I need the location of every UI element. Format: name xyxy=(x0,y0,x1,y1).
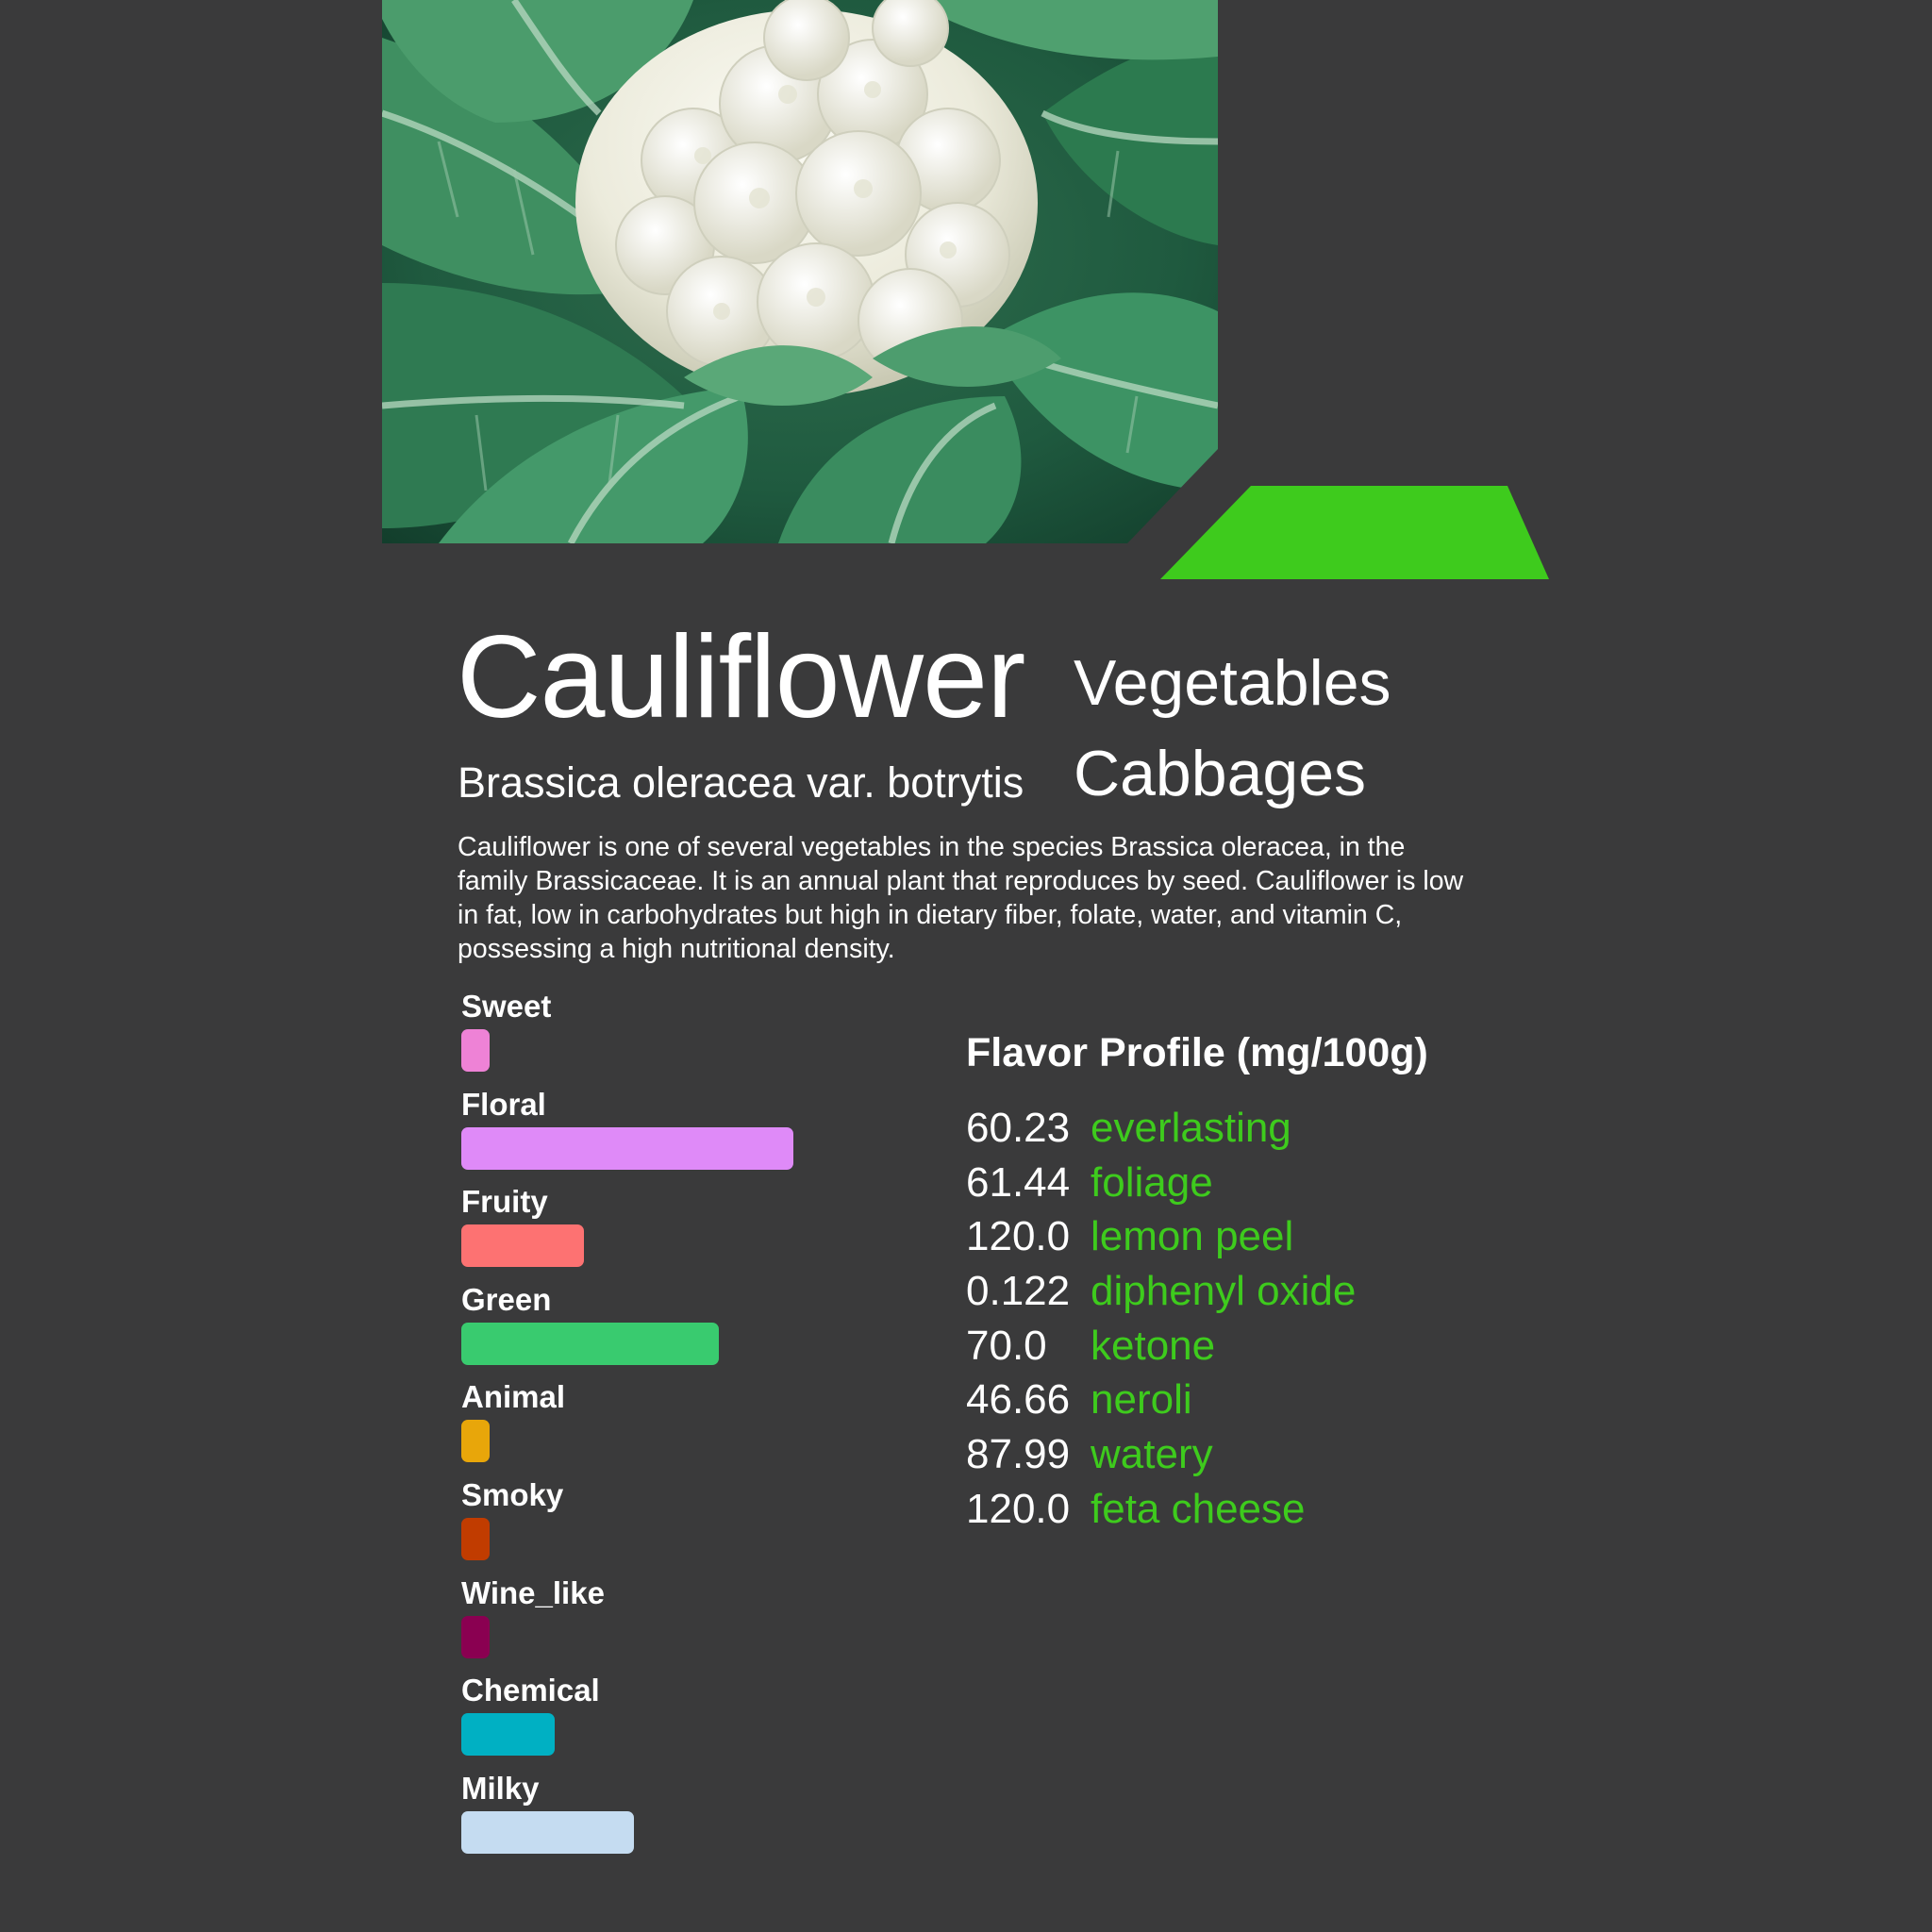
flavor-compound-amount: 0.122 xyxy=(966,1268,1071,1315)
food-subcategory: Cabbages xyxy=(1074,738,1367,809)
flavor-bar-fill xyxy=(461,1615,490,1658)
flavor-profile-title: Flavor Profile (mg/100g) xyxy=(966,1030,1428,1075)
flavor-compound-name: lemon peel xyxy=(1091,1213,1294,1260)
flavor-bar-label: Sweet xyxy=(461,989,552,1024)
food-name: Cauliflower xyxy=(457,612,1025,742)
scientific-name: Brassica oleracea var. botrytis xyxy=(458,758,1024,807)
flavor-bar-fill xyxy=(461,1322,719,1365)
flavor-compound-name: foliage xyxy=(1091,1158,1213,1206)
flavor-bar-fill xyxy=(461,1029,490,1072)
flavor-bar-label: Animal xyxy=(461,1379,566,1415)
flavor-bar-label: Milky xyxy=(461,1770,540,1806)
flavor-bar-row: Sweet xyxy=(461,985,933,1083)
flavor-bar-row: Fruity xyxy=(461,1180,933,1278)
flavor-bar-fill xyxy=(461,1517,490,1560)
flavor-compound-name: watery xyxy=(1091,1431,1213,1478)
cauliflower-photo xyxy=(382,0,1218,543)
flavor-compound-amount: 70.0 xyxy=(966,1322,1047,1369)
flavor-compound-amount: 87.99 xyxy=(966,1431,1071,1478)
food-profile-page: Cauliflower Vegetables Cabbages Brassica… xyxy=(0,0,1932,1932)
flavor-bar-row: Smoky xyxy=(461,1474,933,1572)
flavor-bar-label: Chemical xyxy=(461,1673,600,1708)
flavor-compound-amount: 120.0 xyxy=(966,1485,1071,1532)
flavor-compound-name: ketone xyxy=(1091,1322,1216,1369)
flavor-bar-row: Chemical xyxy=(461,1669,933,1767)
flavor-bar-label: Fruity xyxy=(461,1184,548,1220)
flavor-bar-label: Floral xyxy=(461,1086,546,1122)
flavor-compound-name: feta cheese xyxy=(1091,1485,1306,1532)
flavor-bar-row: Wine_like xyxy=(461,1572,933,1670)
food-description: Cauliflower is one of several vegetables… xyxy=(458,832,1464,964)
flavor-compound-name: everlasting xyxy=(1091,1105,1291,1151)
flavor-compound-amount: 61.44 xyxy=(966,1158,1071,1206)
flavor-bar-fill xyxy=(461,1713,555,1757)
flavor-bar-fill xyxy=(461,1810,634,1854)
flavor-bar-fill xyxy=(461,1126,793,1170)
flavor-compound-amount: 46.66 xyxy=(966,1376,1071,1424)
flavor-bar-fill xyxy=(461,1420,490,1463)
flavor-bar-row: Animal xyxy=(461,1375,933,1474)
flavor-bar-label: Smoky xyxy=(461,1476,564,1512)
flavor-bar-row: Green xyxy=(461,1278,933,1376)
flavor-bar-row: Milky xyxy=(461,1767,933,1865)
flavor-compound-amount: 120.0 xyxy=(966,1213,1071,1260)
flavor-compound-name: neroli xyxy=(1091,1376,1192,1424)
cauliflower-illustration xyxy=(382,0,1218,543)
flavor-bar-fill xyxy=(461,1224,584,1268)
flavor-bar-label: Green xyxy=(461,1281,552,1317)
green-accent-shape xyxy=(1160,486,1549,579)
flavor-bar-label: Wine_like xyxy=(461,1574,605,1610)
flavor-bars: Sweet Floral Fruity Green Animal Smoky Wine_li… xyxy=(461,985,933,1864)
flavor-bar-row: Floral xyxy=(461,1083,933,1181)
flavor-compound-amount: 60.23 xyxy=(966,1105,1071,1151)
flavor-compound-name: diphenyl oxide xyxy=(1091,1268,1357,1315)
food-category: Vegetables xyxy=(1074,647,1391,719)
